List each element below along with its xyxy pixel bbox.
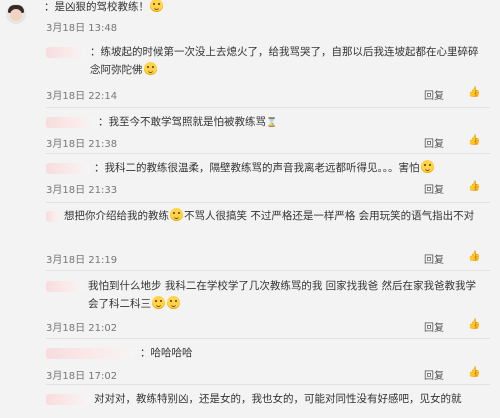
comment-text: ：练坡起的时候第一次没上去熄火了，给我骂哭了，自那以后我连坡起都在心里碎碎念阿弥… — [90, 46, 479, 76]
reply-button[interactable]: 回复 — [424, 135, 444, 150]
comment-text: 我怕到什么地步 我科二在学校学了几次教练骂的我 回家找我爸 然后在家我爸教我学会… — [88, 280, 477, 310]
comment-time: 3月18日 22:14 — [46, 91, 118, 102]
user-avatar[interactable] — [6, 4, 26, 24]
comment-time: 3月18日 17:02 — [46, 371, 118, 382]
username-blurred[interactable] — [46, 163, 90, 174]
thumb-up-icon[interactable]: 👍 — [468, 251, 480, 262]
divider — [46, 338, 490, 339]
reply-button[interactable]: 回复 — [424, 181, 444, 196]
username-blurred[interactable] — [46, 281, 84, 292]
comment-time: 3月18日 21:33 — [46, 185, 118, 196]
thumb-up-icon[interactable]: 👍 — [468, 87, 480, 98]
divider — [46, 270, 490, 271]
comment-item: ：我科二的教练很温柔，隔壁教练骂的声音我离老远都听得见。。。害怕 3月18日 2… — [0, 156, 500, 204]
comment-time: 3月18日 21:38 — [46, 139, 118, 150]
thumb-up-icon[interactable]: 👍 — [468, 135, 480, 146]
comment-text: 想把你介绍给我的教练 不骂人很搞笑 不过严格还是一样严格 会用玩笑的语气指出不对 — [64, 208, 475, 222]
comment-text: ：我科二的教练很温柔，隔壁教练骂的声音我离老远都听得见。。。害怕 — [94, 159, 486, 177]
divider — [46, 202, 490, 203]
hourglass-icon: ⌛ — [266, 118, 278, 128]
comment-time: 3月18日 13:48 — [46, 23, 118, 34]
comment-item: ：是凶狠的驾校教练！ 3月18日 13:48 — [0, 0, 500, 34]
thumb-up-icon[interactable]: 👍 — [468, 181, 480, 192]
laugh-emoji-icon — [170, 208, 183, 221]
comment-time: 3月18日 21:19 — [46, 255, 118, 266]
smile-emoji-icon — [150, 0, 163, 12]
username-blurred[interactable] — [46, 211, 60, 222]
username-blurred[interactable] — [46, 47, 86, 58]
smile-emoji-icon — [167, 296, 180, 309]
comment-item: 我怕到什么地步 我科二在学校学了几次教练骂的我 回家找我爸 然后在家我爸教我学会… — [0, 274, 500, 340]
scared-emoji-icon — [420, 160, 434, 173]
username-blurred[interactable] — [46, 117, 96, 128]
reply-button[interactable]: 回复 — [424, 251, 444, 266]
comment-text: ：哈哈哈哈 — [140, 347, 193, 359]
comment-item: ：哈哈哈哈 3月18日 17:02 回复 👍 — [0, 342, 500, 386]
comment-item: 想把你介绍给我的教练 不骂人很搞笑 不过严格还是一样严格 会用玩笑的语气指出不对 … — [0, 204, 500, 274]
comment-item: ：我至今不敢学驾照就是怕被教练骂⌛ 3月18日 21:38 回复 👍 — [0, 110, 500, 158]
thumb-up-icon[interactable]: 👍 — [468, 319, 480, 330]
reply-button[interactable]: 回复 — [424, 87, 444, 102]
comment-time: 3月18日 21:02 — [46, 323, 118, 334]
username-blurred[interactable] — [46, 394, 90, 405]
laugh-emoji-icon — [143, 62, 157, 75]
smile-emoji-icon — [152, 296, 165, 309]
divider — [46, 107, 490, 108]
comment-text: ：我至今不敢学驾照就是怕被教练骂⌛ — [98, 113, 486, 132]
thumb-up-icon[interactable]: 👍 — [468, 367, 480, 378]
comment-item: ：练坡起的时候第一次没上去熄火了，给我骂哭了，自那以后我连坡起都在心里碎碎念阿弥… — [0, 38, 500, 108]
comment-text: ：是凶狠的驾校教练！ — [44, 0, 486, 16]
divider — [46, 384, 490, 385]
reply-button[interactable]: 回复 — [424, 367, 444, 382]
comment-text: 对对对，教练特别凶，还是女的，我也女的，可能对同性没有好感吧，见女的就 — [94, 393, 462, 405]
reply-button[interactable]: 回复 — [424, 319, 444, 334]
username-blurred[interactable] — [46, 348, 136, 359]
divider — [46, 153, 490, 154]
comment-item: 对对对，教练特别凶，还是女的，我也女的，可能对同性没有好感吧，见女的就 — [0, 388, 500, 418]
